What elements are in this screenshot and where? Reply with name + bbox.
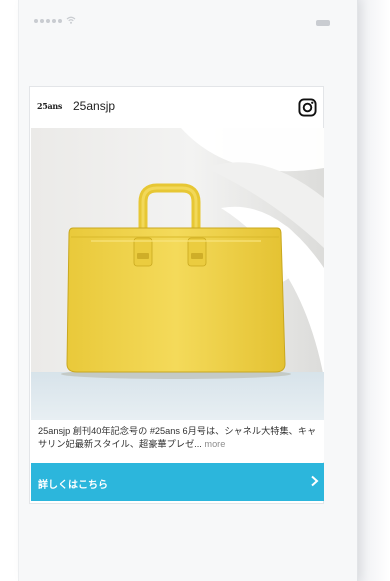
status-bar <box>19 0 357 46</box>
brand-logo: 25ans <box>37 101 63 111</box>
wifi-icon <box>66 16 76 24</box>
cellular-dots-icon <box>34 19 62 23</box>
more-link[interactable]: more <box>204 439 225 449</box>
caption-text: 25ansjp 創刊40年記念号の #25ans 6月号は、シャネル大特集、キャ… <box>38 426 317 449</box>
learn-more-button[interactable]: 詳しくはこちら <box>31 463 324 501</box>
screen: 25ans 25ansjp 25ansjp 創刊40年記念号の #25ans 6… <box>0 0 390 581</box>
learn-more-label: 詳しくはこちら <box>38 480 108 491</box>
instagram-post-card: 25ans 25ansjp 25ansjp 創刊40年記念号の #25ans 6… <box>29 86 324 504</box>
chevron-right-icon <box>311 475 319 487</box>
instagram-icon[interactable] <box>298 98 317 117</box>
yellow-handbag-photo[interactable] <box>31 128 324 420</box>
battery-icon <box>316 20 330 26</box>
post-header: 25ans 25ansjp <box>30 87 323 128</box>
post-username[interactable]: 25ansjp <box>73 99 115 113</box>
post-caption: 25ansjp 創刊40年記念号の #25ans 6月号は、シャネル大特集、キャ… <box>38 425 318 451</box>
product-image <box>31 128 324 420</box>
